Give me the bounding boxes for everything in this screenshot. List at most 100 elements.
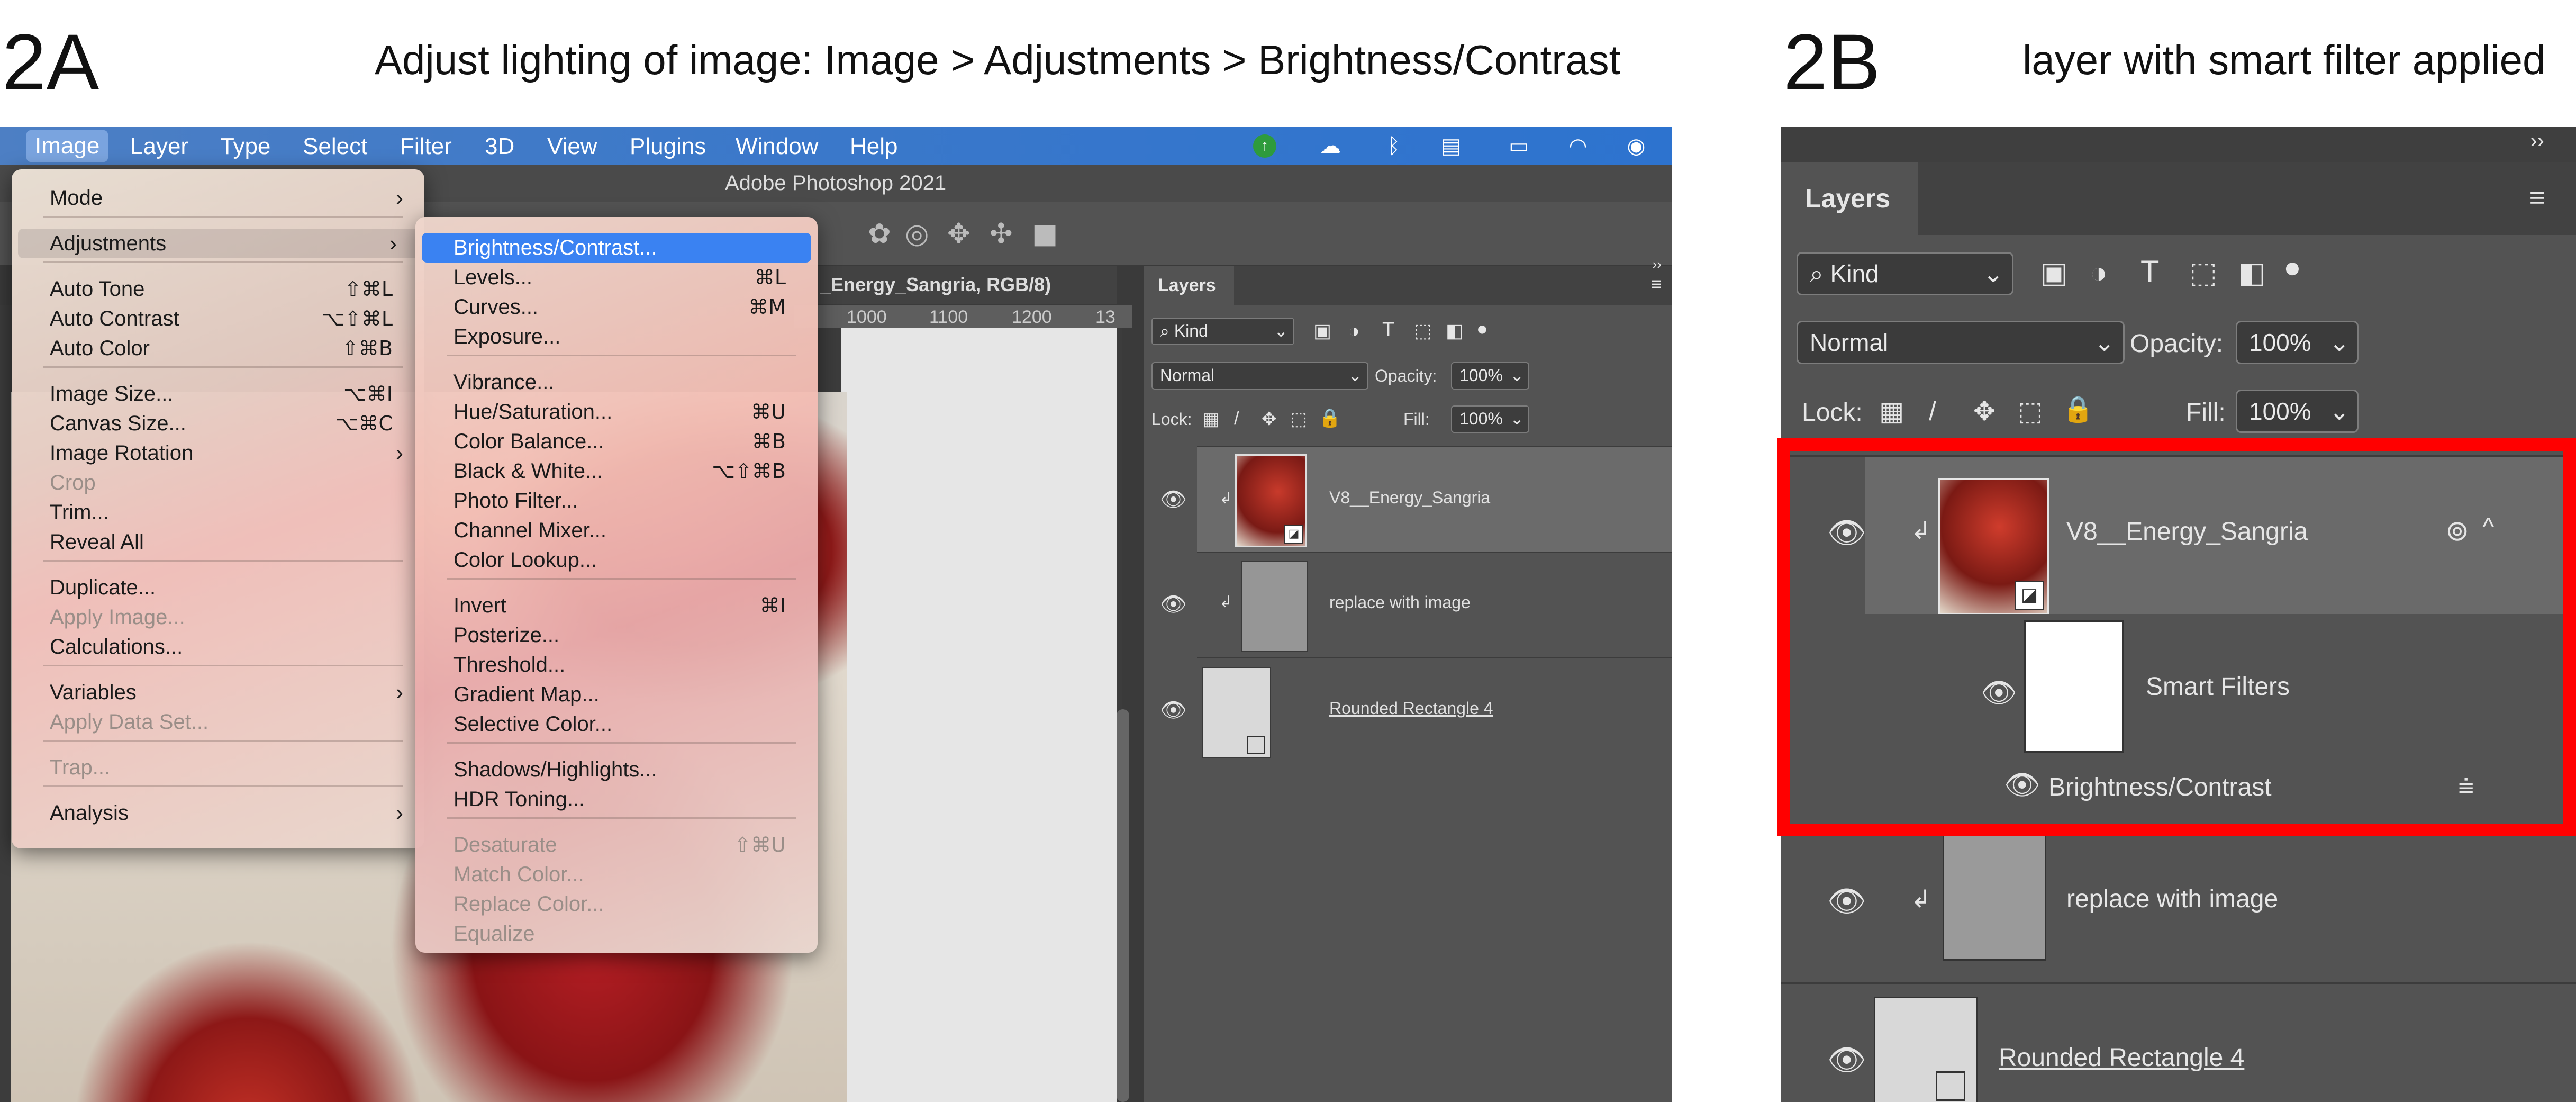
menu-item-canvas-size[interactable]: Canvas Size... ⌥⌘C (12, 409, 424, 438)
menu-item-calculations[interactable]: Calculations... (12, 632, 424, 662)
layer-row[interactable]: Rounded Rectangle 4 (1197, 657, 1672, 764)
menu-item-shadows-highlights[interactable]: Shadows/Highlights... (415, 755, 818, 784)
layer-name[interactable]: Rounded Rectangle 4 (1329, 699, 1493, 718)
menu-filter[interactable]: Filter (400, 133, 452, 160)
opacity-input[interactable]: 100% ⌄ (2236, 321, 2359, 364)
filter-kind-select[interactable]: ⌕ Kind ⌄ (1797, 252, 2013, 295)
fill-input[interactable]: 100% ⌄ (1451, 405, 1529, 433)
menu-item-analysis[interactable]: Analysis › (12, 798, 424, 828)
menu-help[interactable]: Help (850, 133, 898, 160)
menu-item-curves[interactable]: Curves... ⌘M (415, 292, 818, 322)
filter-shape-icon[interactable]: ⬚ (1414, 320, 1432, 342)
brush-icon[interactable]: ✿ (868, 218, 891, 250)
menu-view[interactable]: View (547, 133, 597, 160)
lock-brush-icon[interactable]: / (1234, 409, 1239, 429)
layer-name[interactable]: V8__Energy_Sangria (1329, 488, 1490, 508)
menu-select[interactable]: Select (303, 133, 367, 160)
menu-window[interactable]: Window (736, 133, 819, 160)
layer-name[interactable]: replace with image (1329, 593, 1471, 612)
menu-image[interactable]: Image (26, 130, 108, 162)
menu-item-auto-tone[interactable]: Auto Tone ⇧⌘L (12, 274, 424, 304)
move-3d-icon[interactable]: ✥ (947, 218, 970, 250)
menu-item-brightness-contrast[interactable]: Brightness/Contrast... (422, 233, 811, 263)
lock-transparent-icon[interactable]: ▦ (1202, 409, 1219, 430)
filter-kind-select[interactable]: ⌕ Kind ⌄ (1151, 318, 1294, 345)
blend-mode-select[interactable]: Normal ⌄ (1151, 362, 1368, 390)
filter-pixel-icon[interactable]: ▣ (2040, 255, 2068, 290)
wifi-icon[interactable]: ◠ (1566, 134, 1590, 158)
status-green-icon[interactable]: ↑ (1253, 134, 1276, 158)
filter-smart-object-icon[interactable]: ◧ (2238, 255, 2266, 290)
menu-item-image-size[interactable]: Image Size... ⌥⌘I (12, 379, 424, 409)
layer-name[interactable]: replace with image (2066, 884, 2278, 914)
lock-transparent-icon[interactable]: ▦ (1879, 396, 1904, 427)
layer-row[interactable]: ◪ ↲ V8__Energy_Sangria (1197, 446, 1672, 553)
panel-menu-icon[interactable]: ≡ (1651, 274, 1662, 295)
panel-menu-icon[interactable]: ≡ (2529, 182, 2545, 214)
creative-cloud-icon[interactable]: ☁ (1319, 134, 1342, 158)
user-account-icon[interactable]: ◉ (1625, 134, 1648, 158)
menu-item-gradient-map[interactable]: Gradient Map... (415, 680, 818, 709)
lock-position-icon[interactable]: ✥ (1262, 409, 1277, 430)
rotate-icon[interactable]: ◎ (905, 218, 929, 250)
filter-toggle-icon[interactable]: ● (1476, 318, 1488, 340)
filter-adjustment-icon[interactable]: ◑ (2090, 255, 2108, 290)
tab-layers[interactable]: Layers (1144, 266, 1234, 305)
menu-type[interactable]: Type (220, 133, 270, 160)
eye-icon[interactable]: 👁 (1827, 1042, 1866, 1078)
battery-icon[interactable]: ▭ (1498, 134, 1540, 158)
layer-row[interactable]: 👁 ↲ replace with image (1781, 824, 2576, 984)
menu-item-selective-color[interactable]: Selective Color... (415, 709, 818, 739)
display-icon[interactable]: ▤ (1439, 134, 1463, 158)
canvas-scrollbar[interactable] (1117, 709, 1129, 1102)
menu-item-levels[interactable]: Levels... ⌘L (415, 263, 818, 292)
menu-item-image-rotation[interactable]: Image Rotation › (12, 438, 424, 468)
menu-item-black-white[interactable]: Black & White... ⌥⇧⌘B (415, 456, 818, 486)
collapse-panels-icon[interactable]: ›› (2530, 129, 2544, 153)
menu-item-duplicate[interactable]: Duplicate... (12, 573, 424, 602)
filter-pixel-icon[interactable]: ▣ (1313, 320, 1331, 342)
menu-3d[interactable]: 3D (485, 133, 514, 160)
menu-item-auto-color[interactable]: Auto Color ⇧⌘B (12, 333, 424, 363)
bluetooth-icon[interactable]: ᛒ (1382, 134, 1405, 158)
lock-artboard-icon[interactable]: ⬚ (2018, 396, 2043, 427)
menu-item-mode[interactable]: Mode › (12, 183, 424, 213)
lock-position-icon[interactable]: ✥ (1973, 396, 1996, 427)
layer-name[interactable]: Rounded Rectangle 4 (1999, 1043, 2244, 1072)
menu-item-color-balance[interactable]: Color Balance... ⌘B (415, 427, 818, 456)
filter-adjustment-icon[interactable]: ◑ (1348, 320, 1360, 342)
menu-plugins[interactable]: Plugins (630, 133, 706, 160)
opacity-input[interactable]: 100% ⌄ (1451, 362, 1529, 390)
collapse-panels-icon[interactable]: ›› (1653, 256, 1662, 273)
eye-icon[interactable]: 👁 (1160, 487, 1187, 512)
menu-item-photo-filter[interactable]: Photo Filter... (415, 486, 818, 516)
filter-type-icon[interactable]: T (1382, 319, 1394, 341)
menu-item-hdr-toning[interactable]: HDR Toning... (415, 784, 818, 814)
menu-item-exposure[interactable]: Exposure... (415, 322, 818, 351)
lock-all-icon[interactable]: 🔒 (2062, 394, 2094, 424)
filter-smart-object-icon[interactable]: ◧ (1446, 320, 1464, 342)
menu-item-threshold[interactable]: Threshold... (415, 650, 818, 680)
menu-item-adjustments[interactable]: Adjustments › (18, 229, 418, 258)
lock-all-icon[interactable]: 🔒 (1319, 408, 1341, 429)
menu-item-vibrance[interactable]: Vibrance... (415, 367, 818, 397)
menu-item-posterize[interactable]: Posterize... (415, 620, 818, 650)
menu-item-trim[interactable]: Trim... (12, 498, 424, 527)
eye-icon[interactable]: 👁 (1160, 698, 1187, 722)
eye-icon[interactable]: 👁 (1827, 883, 1866, 919)
menu-layer[interactable]: Layer (130, 133, 188, 160)
menu-item-variables[interactable]: Variables › (12, 678, 424, 707)
lock-brush-icon[interactable]: / (1929, 396, 1936, 427)
blend-mode-select[interactable]: Normal ⌄ (1797, 321, 2125, 364)
filter-type-icon[interactable]: T (2140, 254, 2159, 290)
lock-artboard-icon[interactable]: ⬚ (1290, 409, 1307, 430)
layer-row[interactable]: 👁 Rounded Rectangle 4 (1781, 982, 2576, 1102)
fill-input[interactable]: 100% ⌄ (2236, 390, 2359, 433)
menu-item-color-lookup[interactable]: Color Lookup... (415, 545, 818, 575)
camera-icon[interactable]: ■ (1032, 218, 1058, 250)
filter-toggle-icon[interactable]: ● (2283, 250, 2301, 284)
document-tab[interactable]: _Energy_Sangria, RGB/8) (783, 266, 1117, 304)
pan-icon[interactable]: ✣ (990, 218, 1013, 250)
menu-item-auto-contrast[interactable]: Auto Contrast ⌥⇧⌘L (12, 304, 424, 333)
menu-item-reveal-all[interactable]: Reveal All (12, 527, 424, 557)
